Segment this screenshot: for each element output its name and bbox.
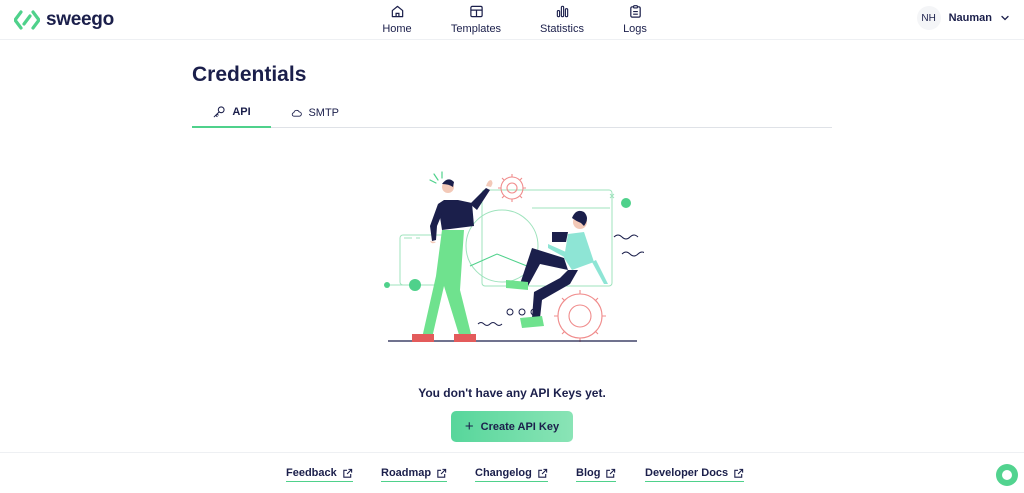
tab-smtp[interactable]: SMTP	[291, 104, 339, 128]
chat-widget-button[interactable]	[996, 464, 1018, 486]
footer-link-developer-docs-label: Developer Docs	[645, 467, 729, 479]
footer-link-feedback[interactable]: Feedback	[286, 467, 353, 482]
external-link-icon	[343, 468, 352, 478]
external-link-icon	[734, 468, 744, 478]
user-name: Nauman	[948, 12, 992, 24]
empty-state-illustration	[384, 171, 644, 342]
key-icon	[213, 106, 225, 118]
user-menu[interactable]: NH Nauman	[916, 6, 1010, 30]
nav-label-statistics: Statistics	[539, 23, 584, 35]
main-nav: Home Templates Statistics Logs	[0, 4, 1024, 36]
layout-icon	[469, 5, 483, 18]
footer-link-blog[interactable]: Blog	[576, 467, 617, 482]
footer: Feedback Roadmap Changelog Blog Develope…	[0, 452, 1024, 493]
footer-link-changelog[interactable]: Changelog	[475, 467, 548, 482]
create-api-key-label: Create API Key	[480, 420, 560, 433]
clipboard-icon	[629, 5, 641, 18]
avatar: NH	[916, 6, 941, 30]
tab-api[interactable]: API	[192, 104, 271, 128]
footer-link-developer-docs[interactable]: Developer Docs	[645, 467, 745, 482]
nav-item-statistics[interactable]: Statistics	[522, 4, 602, 35]
footer-link-changelog-label: Changelog	[475, 467, 532, 479]
top-navigation-bar: sweego Home Templates Statistics Logs NH…	[0, 0, 1024, 40]
nav-label-logs: Logs	[623, 23, 647, 35]
external-link-icon	[538, 468, 548, 478]
chat-icon	[1002, 470, 1012, 480]
plus-icon: +	[464, 418, 474, 435]
tab-api-label: API	[232, 106, 251, 118]
tab-smtp-label: SMTP	[308, 107, 339, 119]
nav-item-home[interactable]: Home	[357, 4, 437, 35]
cloud-icon	[291, 109, 302, 117]
external-link-icon	[437, 468, 447, 478]
chevron-down-icon	[1001, 15, 1009, 21]
nav-label-templates: Templates	[450, 23, 502, 35]
footer-link-feedback-label: Feedback	[286, 467, 337, 479]
nav-label-home: Home	[382, 23, 412, 35]
create-api-key-button[interactable]: + Create API Key	[451, 411, 573, 442]
home-icon	[391, 5, 403, 18]
bar-chart-icon	[556, 5, 568, 18]
footer-link-roadmap[interactable]: Roadmap	[381, 467, 448, 482]
footer-link-blog-label: Blog	[576, 467, 601, 479]
external-link-icon	[606, 468, 616, 478]
nav-item-logs[interactable]: Logs	[595, 4, 675, 35]
nav-item-templates[interactable]: Templates	[436, 4, 516, 35]
empty-state-message: You don't have any API Keys yet.	[418, 386, 606, 400]
footer-link-roadmap-label: Roadmap	[381, 467, 432, 479]
credentials-tabs: API SMTP	[192, 104, 832, 128]
page-title: Credentials	[192, 63, 307, 86]
